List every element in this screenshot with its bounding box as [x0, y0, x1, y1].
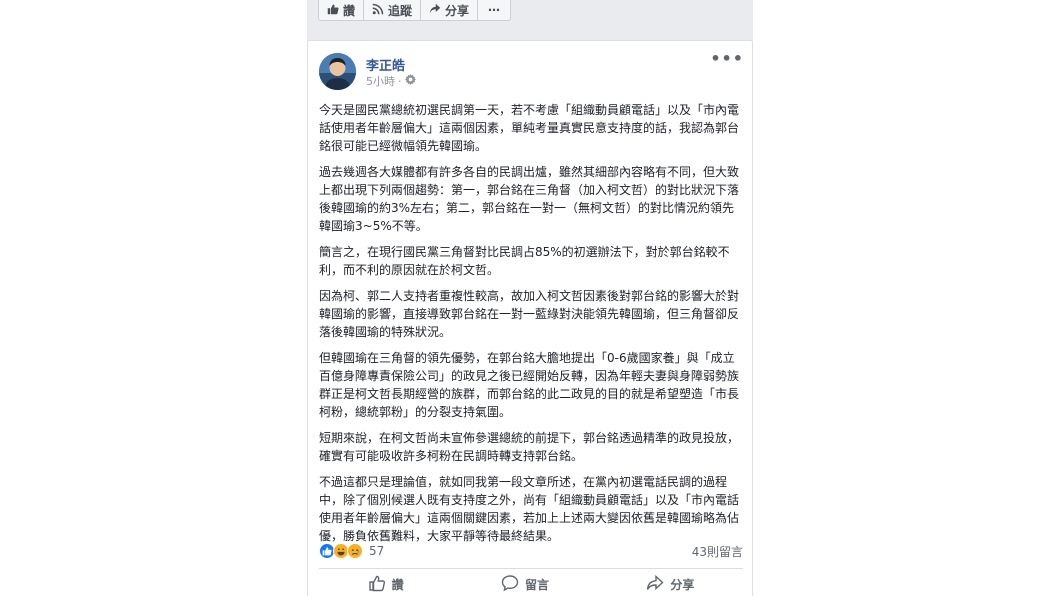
prev-more-label: ⋯	[488, 3, 501, 17]
prev-follow-button[interactable]: 追蹤	[364, 0, 422, 20]
prev-more-button[interactable]: ⋯	[478, 0, 510, 20]
post-paragraph: 過去幾週各大媒體都有許多各自的民調出爐，雖然其細部內容略有不同，但大致上都出現下…	[319, 165, 740, 233]
reaction-icons[interactable]	[319, 543, 363, 559]
post-time[interactable]: 5小時	[366, 73, 395, 89]
comment-button[interactable]: 留言	[501, 574, 549, 595]
post-paragraph: 不過這都只是理論值，就如同我第一段文章所述，在黨內初選電話民調的過程中，除了個別…	[319, 475, 740, 543]
comment-icon	[501, 574, 519, 595]
rss-icon	[372, 3, 384, 18]
thumbs-up-icon	[327, 3, 339, 18]
prev-share-label: 分享	[445, 3, 470, 18]
prev-like-button[interactable]: 讚	[319, 0, 365, 20]
post-body: 今天是國民黨總統初選民調第一天，若不考慮「組織動員顧電話」以及「市內電話使用者年…	[319, 101, 743, 553]
avatar[interactable]	[319, 53, 356, 90]
thumbs-up-icon	[368, 574, 386, 595]
post-author[interactable]: 李正皓	[366, 55, 405, 74]
post-action-bar: 讚 留言 分享	[319, 572, 743, 597]
reactions-bar: 57 43則留言	[319, 541, 743, 561]
post-options-button[interactable]: •••	[710, 49, 744, 68]
like-button[interactable]: 讚	[368, 574, 404, 595]
post-paragraph: 因為柯、郭二人支持者重複性較高，故加入柯文哲因素後對郭台銘的影響大於對韓國瑜的影…	[319, 289, 740, 339]
post-paragraph: 今天是國民黨總統初選民調第一天，若不考慮「組織動員顧電話」以及「市內電話使用者年…	[319, 103, 740, 153]
comments-count[interactable]: 43則留言	[692, 543, 743, 560]
share-button[interactable]: 分享	[646, 574, 694, 595]
post-card: 李正皓 5小時 · ••• 今天是國民黨總統初選民調第一天，若不考慮「組織動員顧…	[307, 40, 753, 596]
prev-like-label: 讚	[343, 3, 356, 18]
gear-icon[interactable]	[404, 74, 416, 88]
previous-post-action-bar: 讚 追蹤 分享 ⋯	[318, 0, 512, 21]
share-icon	[646, 574, 664, 595]
post-paragraph: 簡言之，在現行國民黨三角督對比民調占85%的初選辦法下，對於郭台銘較不利，而不利…	[319, 245, 730, 277]
sad-reaction-icon	[347, 543, 363, 559]
reaction-count[interactable]: 57	[369, 544, 384, 558]
like-label: 讚	[391, 578, 404, 592]
post-meta: 5小時 ·	[366, 73, 416, 89]
comment-label: 留言	[524, 578, 549, 592]
divider	[319, 568, 743, 569]
share-icon	[429, 3, 441, 18]
meta-separator: ·	[398, 74, 402, 88]
prev-follow-label: 追蹤	[388, 3, 413, 18]
share-label: 分享	[670, 578, 695, 592]
prev-share-button[interactable]: 分享	[421, 0, 479, 20]
post-paragraph: 但韓國瑜在三角督的領先優勢，在郭台銘大膽地提出「0-6歲國家養」與「成立百億身障…	[319, 351, 740, 419]
post-paragraph: 短期來說，在柯文哲尚未宣佈參選總統的前提下，郭台銘透過精準的政見投放，確實有可能…	[319, 431, 740, 463]
